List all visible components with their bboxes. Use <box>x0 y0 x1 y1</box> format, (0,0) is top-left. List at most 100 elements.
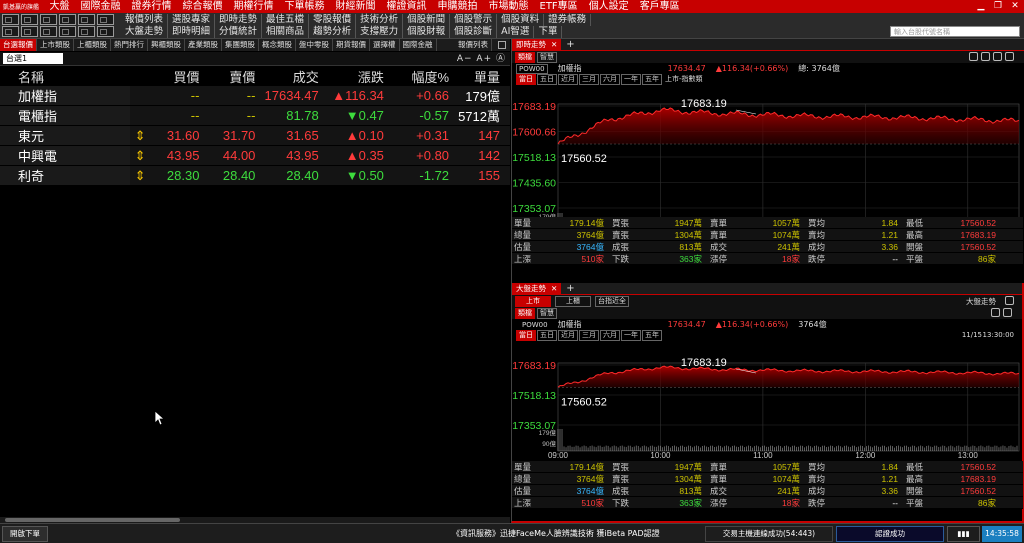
menu-item[interactable]: 市場動態 <box>483 0 534 13</box>
sub-tab[interactable]: 上市 <box>515 295 551 307</box>
layout-icon[interactable] <box>2 14 19 25</box>
col-header-bid[interactable]: 買價 <box>150 67 204 86</box>
cell-name[interactable]: 利奇 <box>0 165 131 186</box>
tab-category[interactable]: 台選報價 <box>0 39 37 51</box>
tab-category[interactable]: 興櫃類股 <box>148 39 185 51</box>
close-icon[interactable]: ✕ <box>551 283 557 295</box>
col-header-change[interactable]: 漲跌 <box>323 67 388 86</box>
intraday-chart[interactable]: 09:0010:0011:0012:0013:0017683.1917600.6… <box>512 90 1024 220</box>
table-row[interactable]: 中興電 ⇕ 43.95 44.00 43.95 ▲0.35 +0.80 142 <box>0 145 510 166</box>
toolbar-button[interactable]: 個股資料 <box>497 14 545 26</box>
menu-item[interactable]: 下單帳務 <box>279 0 330 13</box>
tab-category[interactable]: 上市類股 <box>37 39 74 51</box>
toolbar-button[interactable]: 趨勢分析 <box>309 26 357 38</box>
range-button[interactable]: 五日 <box>537 330 557 341</box>
toolbar-button[interactable]: 個股財報 <box>403 26 451 38</box>
table-row[interactable]: 電櫃指 -- -- 81.78 ▼0.47 -0.57 5712萬 <box>0 105 510 126</box>
table-row[interactable]: 東元 ⇕ 31.60 31.70 31.65 ▲0.10 +0.31 147 <box>0 125 510 146</box>
cell-name[interactable]: 東元 <box>0 125 131 146</box>
tab-category[interactable]: 上櫃類股 <box>74 39 111 51</box>
sub-tab[interactable]: 智慧 <box>537 51 557 63</box>
range-button[interactable]: 三月 <box>579 330 599 341</box>
layout-icon[interactable] <box>78 14 95 25</box>
layout-icon[interactable] <box>97 26 114 37</box>
toolbar-button[interactable]: 選股專家 <box>168 14 216 26</box>
layout-icon[interactable] <box>59 26 76 37</box>
add-tab-icon[interactable]: + <box>566 283 574 294</box>
tab-category[interactable]: 選擇權 <box>370 39 400 51</box>
menu-item[interactable]: 綜合報價 <box>177 0 228 13</box>
toolbar-button[interactable]: 技術分析 <box>356 14 404 26</box>
menu-item[interactable]: 客戶專區 <box>634 0 685 13</box>
tab-category[interactable]: 國際金融 <box>400 39 437 51</box>
restore-icon[interactable]: ❐ <box>991 1 1005 12</box>
search-input[interactable]: 輸入台股代號名稱 <box>890 26 1020 37</box>
toolbar-button[interactable]: 相關商品 <box>262 26 310 38</box>
layout-icon[interactable] <box>21 14 38 25</box>
tab-category[interactable]: 熱門排行 <box>111 39 148 51</box>
menu-item[interactable]: 申購競拍 <box>432 0 483 13</box>
cell-name[interactable]: 電櫃指 <box>0 105 131 126</box>
range-button[interactable]: 當日 <box>516 74 536 85</box>
menu-item[interactable]: 期權行情 <box>228 0 279 13</box>
minimize-icon[interactable]: ▁ <box>974 1 988 12</box>
menu-item[interactable]: 財經新聞 <box>330 0 381 13</box>
col-header-pct[interactable]: 幅度% <box>388 67 453 86</box>
scroll-thumb[interactable] <box>5 518 180 522</box>
layout-icon[interactable] <box>2 26 19 37</box>
tab-realtime[interactable]: 即時走勢 ✕ <box>512 38 562 51</box>
menu-item[interactable]: 大盤 <box>44 0 75 13</box>
menu-item[interactable]: 權證資訊 <box>381 0 432 13</box>
table-row[interactable]: 利奇 ⇕ 28.30 28.40 28.40 ▼0.50 -1.72 155 <box>0 165 510 186</box>
range-button[interactable]: 三月 <box>579 74 599 85</box>
market-chart[interactable]: 09:00 10:00 11:00 12:00 13:00 17683.19 17518.1… <box>512 353 1024 463</box>
toolbar-button[interactable]: 個股警示 <box>450 14 498 26</box>
toolbar-button[interactable]: 即時走勢 <box>215 14 263 26</box>
tab-category[interactable]: 概念類股 <box>259 39 296 51</box>
range-button[interactable]: 五日 <box>537 74 557 85</box>
range-button[interactable]: 六月 <box>600 74 620 85</box>
print-icon[interactable] <box>981 52 990 61</box>
toolbar-button[interactable]: 分價統計 <box>215 26 263 38</box>
toolbar-button[interactable]: 下單 <box>534 26 563 38</box>
range-button[interactable]: 近月 <box>558 330 578 341</box>
col-header-name[interactable]: 名稱 <box>0 67 130 86</box>
col-header-last[interactable]: 成交 <box>259 67 322 86</box>
menu-item[interactable]: 證券行情 <box>126 0 177 13</box>
quote-list-label[interactable]: 報價列表 <box>455 39 492 51</box>
range-button[interactable]: 一年 <box>621 330 641 341</box>
settings-icon[interactable] <box>498 41 506 49</box>
tab-category[interactable]: 集團類股 <box>222 39 259 51</box>
sub-tab[interactable]: 類檔 <box>515 307 535 319</box>
toolbar-button[interactable]: 大盤走勢 <box>121 26 169 38</box>
menu-item[interactable]: 國際金融 <box>75 0 126 13</box>
menu-item[interactable]: ETF專區 <box>534 0 583 13</box>
layout-icon[interactable] <box>97 14 114 25</box>
close-icon[interactable]: ✕ <box>1008 1 1022 12</box>
print-icon[interactable] <box>1003 308 1012 317</box>
layout-icon[interactable] <box>21 26 38 37</box>
col-header-vol[interactable]: 單量 <box>453 67 510 86</box>
range-button[interactable]: 五年 <box>642 74 662 85</box>
lock-icon[interactable] <box>991 308 1000 317</box>
range-button[interactable]: 六月 <box>600 330 620 341</box>
range-button[interactable]: 當日 <box>516 330 536 341</box>
cell-name[interactable]: 加權指 <box>0 86 131 106</box>
news-ticker[interactable]: 《資訊服務》迅捷FaceMe人臉辨識技術 獲iBeta PAD認證 <box>452 527 660 541</box>
layout-icon[interactable] <box>40 14 57 25</box>
settings-icon[interactable] <box>993 52 1002 61</box>
tab-category[interactable]: 盤中零股 <box>296 39 333 51</box>
add-tab-icon[interactable]: + <box>566 39 574 50</box>
col-header-ask[interactable]: 賣價 <box>203 67 259 86</box>
lock-icon[interactable] <box>969 52 978 61</box>
font-size-controls[interactable]: A− A+ Ⓐ <box>457 52 506 66</box>
window-icon[interactable] <box>1005 52 1014 61</box>
sub-tab[interactable]: 上櫃 <box>555 295 591 307</box>
tab-category[interactable]: 期貨報價 <box>333 39 370 51</box>
toolbar-button[interactable]: 零股報價 <box>309 14 357 26</box>
layout-icon[interactable] <box>78 26 95 37</box>
range-button[interactable]: 一年 <box>621 74 641 85</box>
toolbar-button[interactable]: 個股診斷 <box>450 26 498 38</box>
layout-icon[interactable] <box>40 26 57 37</box>
close-icon[interactable]: ✕ <box>551 39 557 51</box>
